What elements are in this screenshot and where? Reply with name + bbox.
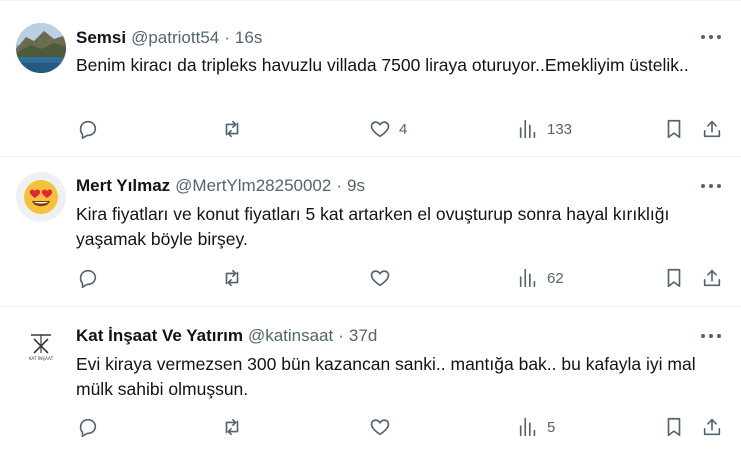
user-handle[interactable]: @patriott54 <box>131 28 219 48</box>
like-button[interactable] <box>369 267 399 289</box>
bookmark-button[interactable] <box>663 267 685 289</box>
company-logo-icon: KAT İNŞAAT <box>16 321 66 371</box>
heart-icon <box>370 270 390 287</box>
share-icon <box>703 120 721 138</box>
user-handle[interactable]: @katinsaat <box>248 326 333 346</box>
tweet[interactable]: Mert Yılmaz @MertYlm28250002 · 9s Kira f… <box>0 157 741 307</box>
bookmark-button[interactable] <box>663 118 685 140</box>
share-button[interactable] <box>701 416 723 438</box>
retweet-button[interactable] <box>221 118 243 140</box>
view-count: 5 <box>547 418 556 436</box>
views-button[interactable]: 62 <box>517 267 564 289</box>
reply-button[interactable] <box>77 118 99 140</box>
tweet-text: Benim kiracı da tripleks havuzlu villada… <box>76 55 689 75</box>
tweet[interactable]: KAT İNŞAAT Kat İnşaat Ve Yatırım @katins… <box>0 307 741 460</box>
separator-dot: · <box>336 176 343 195</box>
timestamp[interactable]: 16s <box>235 28 262 48</box>
views-chart-icon <box>519 417 536 437</box>
separator-dot: · <box>338 326 344 345</box>
user-handle[interactable]: @MertYlm28250002 <box>175 176 331 196</box>
like-button[interactable]: 4 <box>369 118 407 140</box>
views-button[interactable]: 133 <box>517 118 572 140</box>
views-chart-icon <box>519 119 536 139</box>
display-name[interactable]: Kat İnşaat Ve Yatırım <box>76 326 243 346</box>
views-chart-icon <box>519 268 536 288</box>
retweet-icon <box>225 120 239 138</box>
share-button[interactable] <box>701 267 723 289</box>
reply-icon <box>79 120 97 139</box>
display-name[interactable]: Mert Yılmaz <box>76 176 170 196</box>
share-button[interactable] <box>701 118 723 140</box>
bookmark-icon <box>667 417 681 437</box>
heart-icon <box>370 419 390 436</box>
heart-icon <box>370 121 390 138</box>
tweet-feed: Semsi @patriott54 · 16s Benim kiracı da … <box>0 0 741 460</box>
reply-button[interactable] <box>77 267 99 289</box>
avatar[interactable] <box>16 23 66 73</box>
tweet-header: Mert Yılmaz @MertYlm28250002 · 9s <box>76 176 365 196</box>
share-icon <box>703 418 721 436</box>
tweet[interactable]: Semsi @patriott54 · 16s Benim kiracı da … <box>0 0 741 157</box>
views-button[interactable]: 5 <box>517 416 555 438</box>
share-icon <box>703 269 721 287</box>
view-count: 62 <box>547 269 564 287</box>
logo-wordmark: KAT İNŞAAT <box>29 356 54 361</box>
view-count: 133 <box>547 120 573 138</box>
bookmark-button[interactable] <box>663 416 685 438</box>
bookmark-icon <box>667 119 681 139</box>
landscape-avatar-image <box>16 23 66 73</box>
retweet-button[interactable] <box>221 267 243 289</box>
bookmark-icon <box>667 268 681 288</box>
like-count: 4 <box>399 120 408 138</box>
tweet-text: Evi kiraya vermezsen 300 bün kazancan sa… <box>76 354 696 399</box>
reply-icon <box>79 269 97 288</box>
retweet-button[interactable] <box>221 416 243 438</box>
like-button[interactable] <box>369 416 399 438</box>
avatar[interactable] <box>16 172 66 222</box>
tweet-header: Kat İnşaat Ve Yatırım @katinsaat · 37d <box>76 326 377 346</box>
reply-button[interactable] <box>77 416 99 438</box>
timestamp[interactable]: 37d <box>349 326 377 346</box>
retweet-icon <box>225 418 239 436</box>
timestamp[interactable]: 9s <box>347 176 365 196</box>
more-options-icon[interactable] <box>699 179 723 193</box>
display-name[interactable]: Semsi <box>76 28 126 48</box>
avatar[interactable]: KAT İNŞAAT <box>16 321 66 371</box>
tweet-text: Kira fiyatları ve konut fiyatları 5 kat … <box>76 204 670 249</box>
separator-dot: · <box>224 28 230 47</box>
tweet-header: Semsi @patriott54 · 16s <box>76 28 262 48</box>
more-options-icon[interactable] <box>699 30 723 44</box>
reply-icon <box>79 418 97 437</box>
retweet-icon <box>225 269 239 287</box>
more-options-icon[interactable] <box>699 329 723 343</box>
heart-eyes-emoji-icon <box>16 172 66 222</box>
